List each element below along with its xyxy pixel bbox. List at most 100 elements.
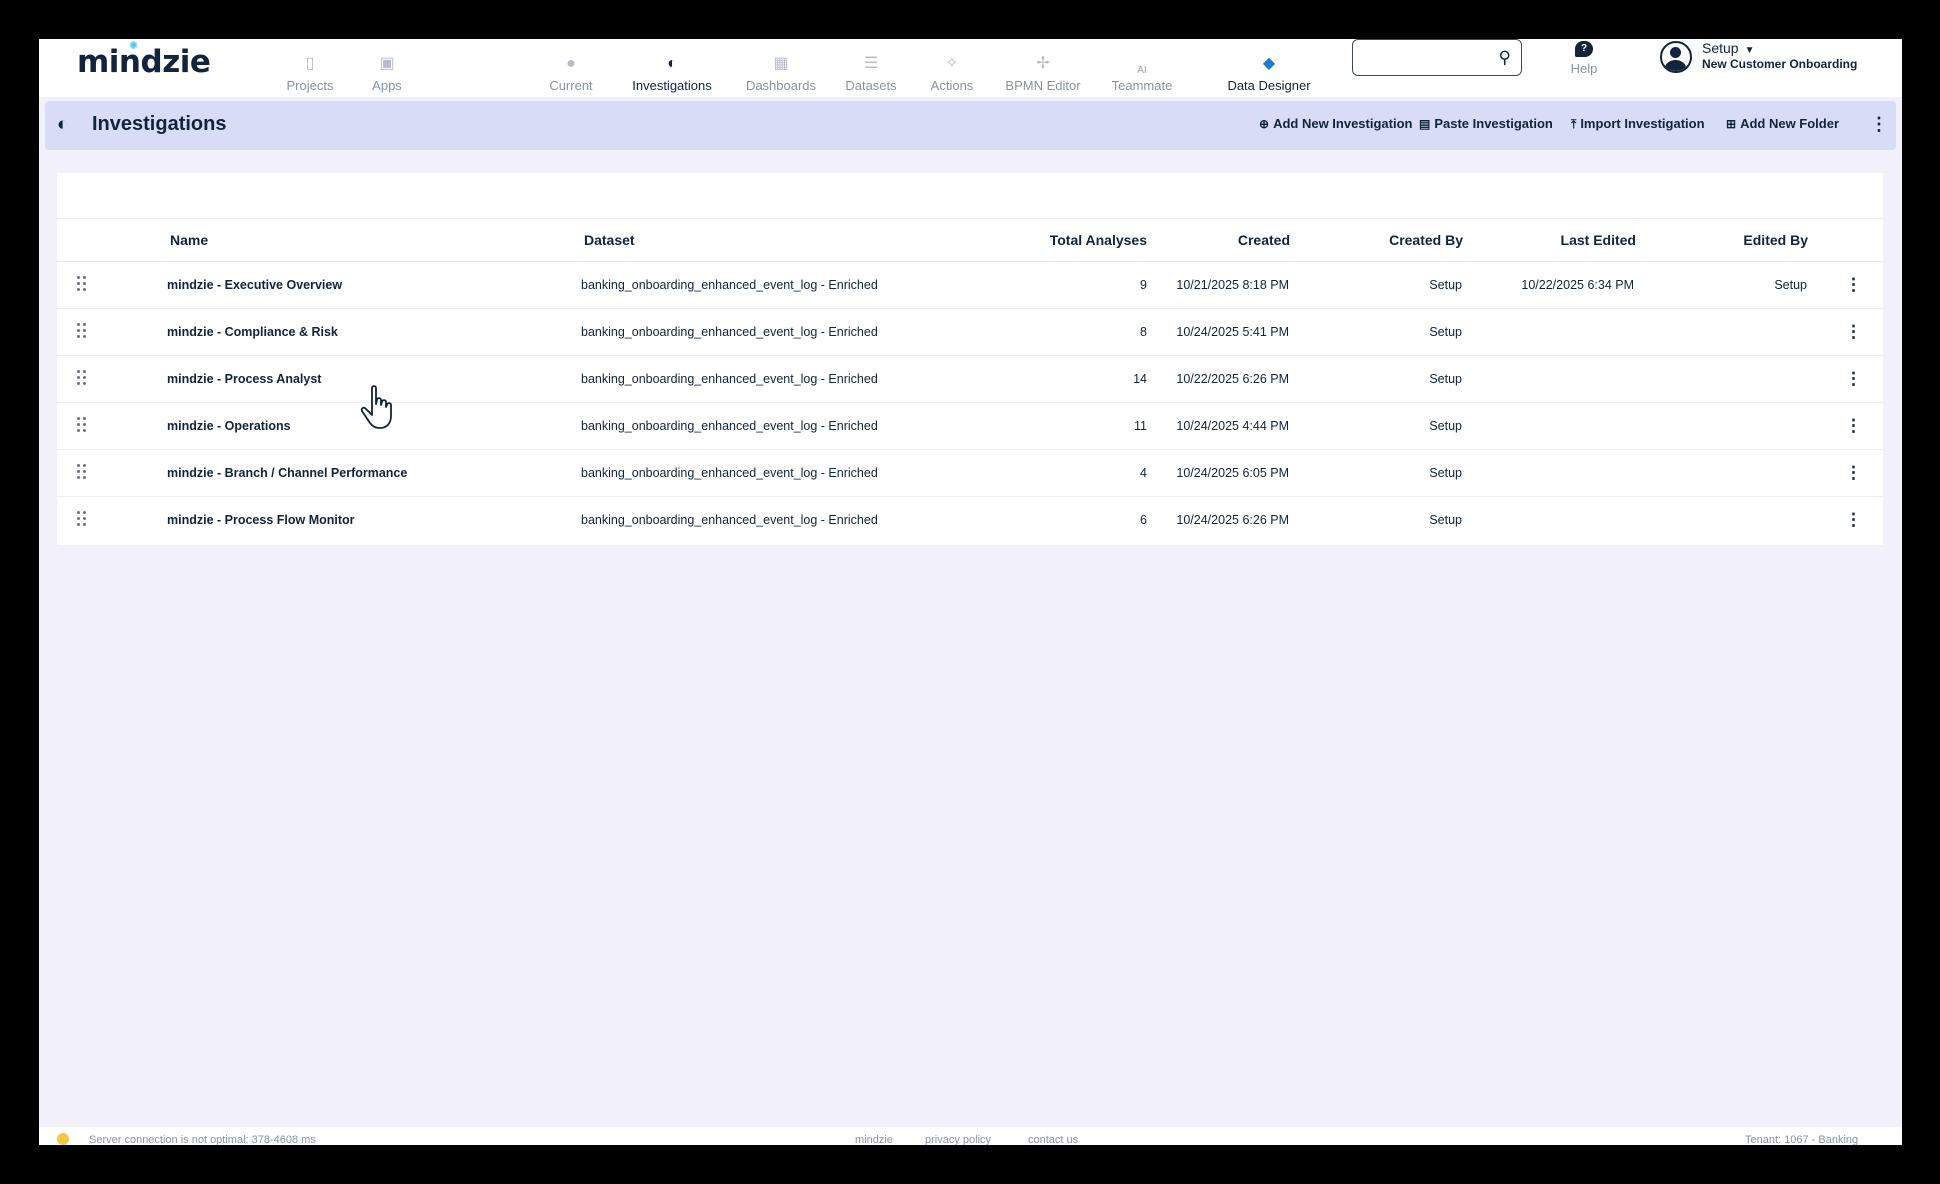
row-more-options-icon[interactable]: ⋮ [1845,463,1862,483]
footer-link-mindzie[interactable]: mindzie [855,1134,893,1145]
row-more-options-icon[interactable]: ⋮ [1845,416,1862,436]
drag-handle-icon[interactable] [77,323,87,339]
footer-bar: Server connection is not optimal: 378-46… [39,1127,1902,1145]
drag-handle-icon[interactable] [77,511,87,527]
nav-datasets[interactable]: ☰ Datasets [836,39,906,97]
cell-created: 10/21/2025 8:18 PM [1176,278,1289,292]
app-window: ✺ mindzie ▯ Projects ▣ Apps ● Current ◐ … [39,39,1902,1145]
import-investigation-button[interactable]: ⤒ Import Investigation [1571,116,1705,132]
column-header-dataset[interactable]: Dataset [584,232,635,248]
column-header-edited-by[interactable]: Edited By [1657,232,1808,248]
nav-label: Actions [930,78,974,93]
nav-current[interactable]: ● Current [540,39,602,97]
cell-name[interactable]: mindzie - Branch / Channel Performance [167,466,407,480]
document-icon: ▯ [305,55,315,72]
table-row[interactable]: mindzie - Branch / Channel Performance ba… [57,450,1883,497]
button-label: Import Investigation [1580,116,1705,131]
cell-created-by: Setup [1429,513,1462,527]
button-label: Add New Folder [1740,116,1840,131]
row-more-options-icon[interactable]: ⋮ [1845,369,1862,389]
drag-handle-icon[interactable] [77,417,87,433]
location-pin-icon: ● [566,55,576,72]
table-row[interactable]: mindzie - Executive Overview banking_onbo… [57,262,1883,309]
nav-apps[interactable]: ▣ Apps [363,39,411,97]
user-name-row[interactable]: Setup ▼ [1702,40,1755,56]
clipboard-icon: ▤ [1419,117,1431,131]
nav-projects[interactable]: ▯ Projects [275,39,345,97]
database-icon: ☰ [863,55,879,72]
cell-created: 10/24/2025 6:05 PM [1176,466,1289,480]
table-row[interactable]: mindzie - Operations banking_onboarding_e… [57,403,1883,450]
cell-created: 10/24/2025 6:26 PM [1176,513,1289,527]
column-header-total-analyses[interactable]: Total Analyses [987,232,1147,248]
cell-edited-by: Setup [1774,278,1807,292]
button-label: Add New Investigation [1273,116,1413,131]
help-label: Help [1570,61,1598,76]
drag-handle-icon[interactable] [77,276,87,292]
paste-investigation-button[interactable]: ▤ Paste Investigation [1419,116,1553,131]
column-header-last-edited[interactable]: Last Edited [1477,232,1636,248]
nav-ai-teammate[interactable]: AI Teammate [1105,39,1179,97]
table-row[interactable]: mindzie - Process Flow Monitor banking_on… [57,497,1883,544]
nav-data-designer[interactable]: ◆ Data Designer [1222,39,1316,97]
nav-label: Data Designer [1227,78,1311,93]
avatar[interactable] [1660,41,1692,73]
folder-plus-icon: ⊞ [1726,117,1737,131]
row-more-options-icon[interactable]: ⋮ [1845,510,1862,530]
hand-pointer-cursor-icon [360,385,392,429]
row-more-options-icon[interactable]: ⋮ [1845,322,1862,342]
nav-dashboards[interactable]: ▦ Dashboards [736,39,826,97]
mindzie-logo[interactable]: ✺ mindzie [77,39,211,80]
apps-icon: ▣ [379,55,395,72]
cell-created-by: Setup [1429,278,1462,292]
table-body: mindzie - Executive Overview banking_onbo… [57,262,1883,544]
cell-dataset: banking_onboarding_enhanced_event_log - … [581,466,878,480]
cell-name[interactable]: mindzie - Process Analyst [167,372,321,386]
add-new-folder-button[interactable]: ⊞ Add New Folder [1726,116,1839,131]
plus-circle-icon: ⊕ [1259,117,1270,131]
ai-prefix: AI [1137,65,1147,76]
upload-icon: ⤒ [1571,117,1577,131]
footer-link-contact-us[interactable]: contact us [1028,1134,1078,1145]
column-header-created[interactable]: Created [1157,232,1290,248]
table-header: Name Dataset Total Analyses Created Crea… [57,219,1883,262]
connection-status: Server connection is not optimal: 378-46… [89,1134,316,1145]
cell-dataset: banking_onboarding_enhanced_event_log - … [581,325,878,339]
add-new-investigation-button[interactable]: ⊕ Add New Investigation [1259,116,1412,131]
investigations-icon: ◐ [667,55,677,72]
drag-handle-icon[interactable] [77,464,87,480]
row-more-options-icon[interactable]: ⋮ [1845,275,1862,295]
cell-created: 10/22/2025 6:26 PM [1176,372,1289,386]
search-icon[interactable]: ⚲ [1499,48,1511,68]
column-header-name[interactable]: Name [170,232,208,248]
nav-label: Current [549,78,593,93]
cell-last-edited: 10/22/2025 6:34 PM [1521,278,1634,292]
table-row[interactable]: mindzie - Process Analyst banking_onboard… [57,356,1883,403]
nav-bpmn-editor[interactable]: ✢ BPMN Editor [999,39,1087,97]
help-button[interactable]: ? Help [1564,39,1604,97]
cell-created: 10/24/2025 5:41 PM [1176,325,1289,339]
nav-actions[interactable]: ✧ Actions [919,39,985,97]
more-options-icon[interactable]: ⋮ [1870,115,1888,133]
nav-investigations[interactable]: ◐ Investigations [622,39,722,97]
table-row[interactable]: mindzie - Compliance & Risk banking_onboa… [57,309,1883,356]
user-menu[interactable]: Setup ▼ New Customer Onboarding [1660,39,1880,97]
cell-name[interactable]: mindzie - Executive Overview [167,278,342,292]
investigations-table: Name Dataset Total Analyses Created Crea… [57,173,1883,545]
footer-link-privacy-policy[interactable]: privacy policy [925,1134,991,1145]
drag-handle-icon[interactable] [77,370,87,386]
nav-label: Investigations [632,78,712,93]
top-navigation-bar: ✺ mindzie ▯ Projects ▣ Apps ● Current ◐ … [39,39,1902,97]
cell-dataset: banking_onboarding_enhanced_event_log - … [581,513,878,527]
search-input[interactable]: ⚲ [1352,39,1522,76]
nav-label: Dashboards [745,78,817,93]
column-header-created-by[interactable]: Created By [1307,232,1463,248]
cell-dataset: banking_onboarding_enhanced_event_log - … [581,278,878,292]
cell-name[interactable]: mindzie - Process Flow Monitor [167,513,355,527]
logo-crown-icon: ✺ [129,39,139,52]
nav-label: Teammate [1111,78,1173,93]
tenant-label: Tenant: 1067 - Banking [1745,1134,1859,1145]
cell-name[interactable]: mindzie - Operations [167,419,291,433]
nav-label: BPMN Editor [1005,78,1081,93]
cell-name[interactable]: mindzie - Compliance & Risk [167,325,338,339]
